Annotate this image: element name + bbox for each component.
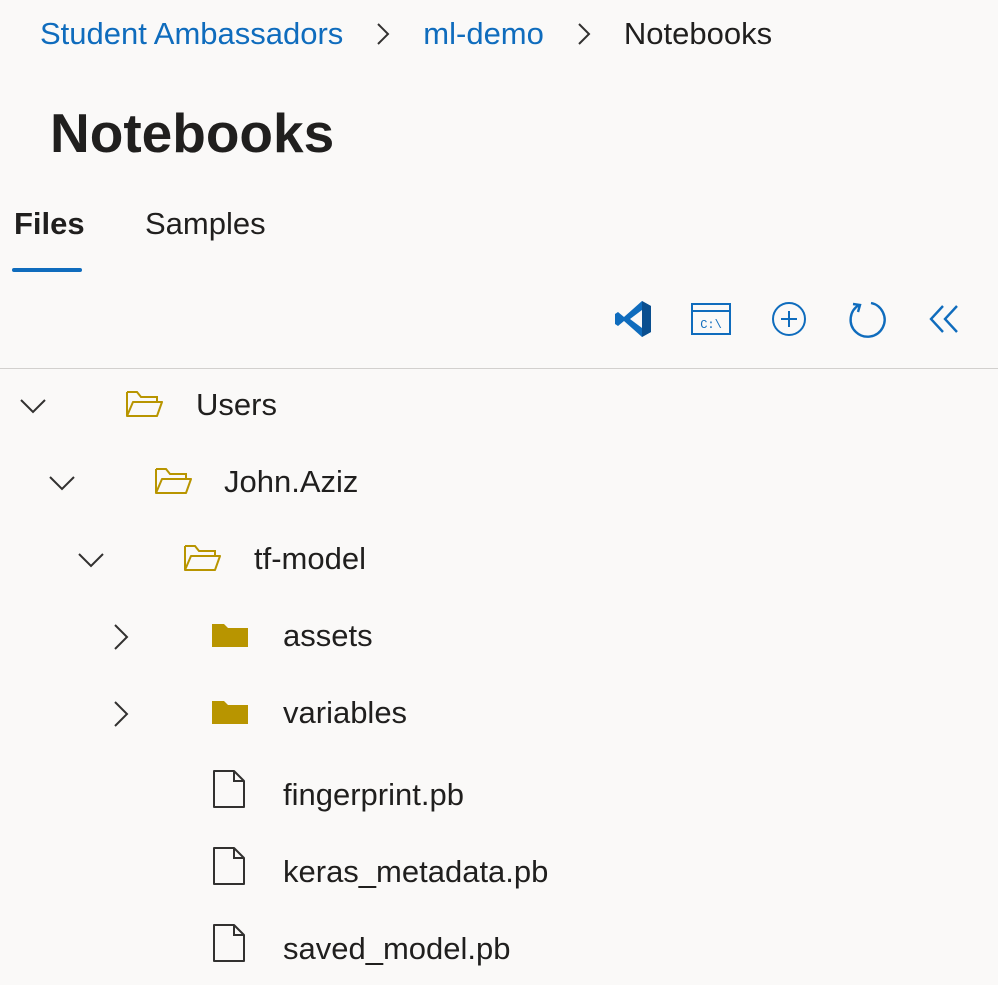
folder-icon (211, 619, 249, 651)
chevron-down-icon[interactable] (76, 545, 106, 575)
page-title: Notebooks (50, 102, 335, 164)
tree-row-label: assets (283, 618, 373, 653)
tree-row-label: keras_metadata.pb (283, 854, 549, 889)
tree-row-label: fingerprint.pb (283, 777, 464, 812)
tree-row-label: saved_model.pb (283, 931, 511, 966)
collapse-pane-button[interactable] (922, 298, 968, 344)
create-new-button[interactable] (766, 298, 812, 344)
breadcrumb-link-ml-demo[interactable]: ml-demo (423, 16, 544, 52)
file-icon (212, 846, 246, 886)
chevron-down-icon[interactable] (47, 468, 77, 498)
tree-row-john-aziz[interactable]: John.Aziz (0, 446, 998, 518)
chevron-right-icon (343, 21, 423, 47)
tree-row-label: tf-model (254, 541, 366, 576)
tree-row-label: John.Aziz (224, 464, 359, 499)
breadcrumb-current: Notebooks (623, 16, 773, 51)
svg-text:C:\: C:\ (700, 318, 722, 332)
chevron-right-icon[interactable] (105, 699, 135, 729)
file-icon (212, 923, 246, 963)
refresh-button[interactable] (844, 298, 890, 344)
vscode-icon (612, 298, 654, 345)
breadcrumb-link-student-ambassadors[interactable]: Student Ambassadors (40, 16, 343, 52)
tree-row-users[interactable]: Users (0, 369, 998, 441)
open-in-vscode-button[interactable] (610, 298, 656, 344)
terminal-icon: C:\ (690, 302, 732, 341)
breadcrumb: Student Ambassadors ml-demo Notebooks (40, 12, 772, 56)
tab-files[interactable]: Files (14, 196, 85, 252)
chevron-right-icon[interactable] (105, 622, 135, 652)
add-circle-icon (770, 300, 808, 343)
folder-open-icon (153, 465, 193, 497)
open-terminal-button[interactable]: C:\ (688, 298, 734, 344)
refresh-icon (846, 298, 888, 345)
tree-row-saved-model-pb[interactable]: saved_model.pb (0, 913, 998, 985)
tree-row-assets[interactable]: assets (0, 600, 998, 672)
tree-row-variables[interactable]: variables (0, 677, 998, 749)
tree-row-keras-metadata-pb[interactable]: keras_metadata.pb (0, 836, 998, 908)
collapse-left-icon (928, 303, 962, 340)
chevron-right-icon (544, 21, 624, 47)
tree-row-label: variables (283, 695, 408, 730)
chevron-down-icon[interactable] (18, 391, 48, 421)
folder-icon (211, 696, 249, 728)
tree-row-label: Users (196, 387, 277, 422)
folder-open-icon (124, 388, 164, 420)
tab-selected-indicator (12, 268, 82, 272)
toolbar: C:\ (578, 298, 968, 344)
tree-row-tf-model[interactable]: tf-model (0, 523, 998, 595)
folder-open-icon (182, 542, 222, 574)
file-icon (212, 769, 246, 809)
tree-row-fingerprint-pb[interactable]: fingerprint.pb (0, 759, 998, 831)
tab-samples[interactable]: Samples (145, 196, 266, 252)
